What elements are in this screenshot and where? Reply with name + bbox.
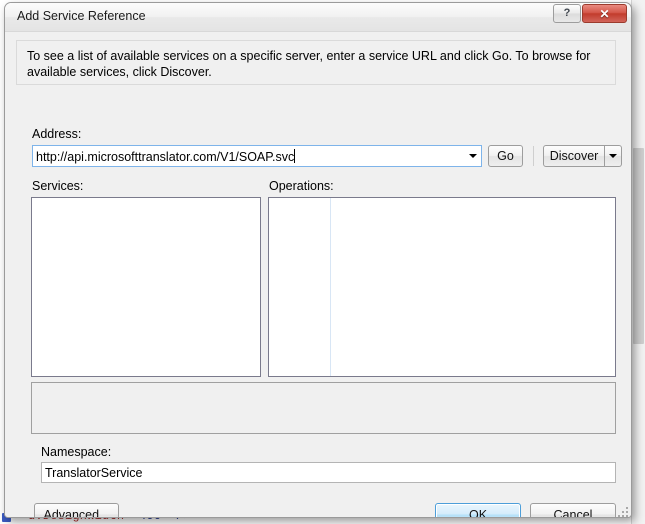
caption-buttons: ? ✕	[553, 4, 627, 23]
ok-button[interactable]: OK	[435, 503, 521, 518]
chevron-down-icon	[468, 154, 477, 158]
chevron-down-icon	[609, 154, 617, 158]
add-service-reference-dialog: Add Service Reference ? ✕ To see a list …	[4, 2, 632, 518]
instruction-panel: To see a list of available services on a…	[16, 40, 616, 85]
text-caret	[294, 148, 296, 163]
go-button[interactable]: Go	[488, 145, 523, 167]
advanced-button-label: Advanced...	[43, 507, 110, 518]
go-button-label: Go	[497, 149, 514, 163]
namespace-label: Namespace:	[41, 445, 112, 459]
toolbar-separator	[533, 146, 534, 166]
editor-scrollbar-thumb[interactable]	[633, 148, 644, 344]
dialog-body: To see a list of available services on a…	[5, 32, 631, 518]
dialog-title-bar[interactable]: Add Service Reference ? ✕	[5, 3, 631, 32]
resize-grip[interactable]	[615, 504, 628, 517]
address-label: Address:	[32, 127, 82, 141]
operations-column-divider	[330, 198, 331, 376]
close-icon: ✕	[599, 6, 610, 21]
ok-button-label: OK	[468, 507, 488, 518]
address-input[interactable]: http://api.microsofttranslator.com/V1/SO…	[33, 148, 464, 164]
dialog-title: Add Service Reference	[17, 9, 146, 23]
address-value-text: http://api.microsofttranslator.com/V1/SO…	[36, 149, 295, 164]
address-combobox[interactable]: http://api.microsofttranslator.com/V1/SO…	[32, 145, 482, 167]
operations-label: Operations:	[269, 179, 334, 193]
discover-button-label: Discover	[549, 149, 599, 163]
editor-scrollbar-track[interactable]	[631, 0, 645, 524]
namespace-value: TranslatorService	[45, 465, 143, 480]
message-text	[32, 383, 615, 393]
instruction-text: To see a list of available services on a…	[27, 49, 591, 79]
message-panel	[31, 382, 616, 434]
operations-treeview[interactable]	[268, 197, 616, 377]
advanced-button[interactable]: Advanced...	[34, 503, 119, 518]
help-icon: ?	[563, 7, 571, 19]
services-listbox[interactable]	[31, 197, 261, 377]
discover-dropdown-button[interactable]	[605, 145, 622, 167]
cancel-button-label: Cancel	[553, 507, 593, 518]
cancel-button[interactable]: Cancel	[530, 503, 616, 518]
discover-button[interactable]: Discover	[543, 145, 605, 167]
services-label: Services:	[32, 179, 84, 193]
help-button[interactable]: ?	[553, 4, 581, 23]
discover-split-button: Discover	[543, 145, 622, 167]
namespace-input[interactable]: TranslatorService	[41, 462, 616, 483]
close-button[interactable]: ✕	[582, 4, 627, 23]
address-dropdown-button[interactable]	[464, 146, 481, 166]
